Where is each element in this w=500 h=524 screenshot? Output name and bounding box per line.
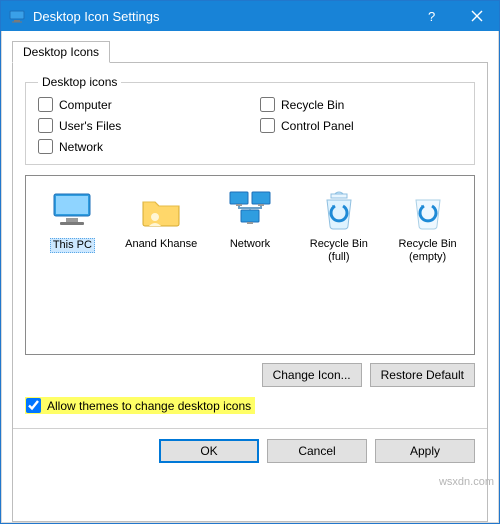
icon-item-recycle-full[interactable]: Recycle Bin (full) (298, 186, 379, 264)
desktop-icons-group: Desktop icons Computer Recycle Bin User'… (25, 75, 475, 165)
chk-recyclebin[interactable]: Recycle Bin (260, 97, 462, 112)
close-button[interactable] (454, 1, 499, 31)
chk-network[interactable]: Network (38, 139, 240, 154)
apply-button[interactable]: Apply (375, 439, 475, 463)
icon-item-thispc[interactable]: This PC (32, 186, 113, 253)
chk-network-box[interactable] (38, 139, 53, 154)
chk-recyclebin-label: Recycle Bin (281, 98, 344, 112)
icon-item-userfolder[interactable]: Anand Khanse (121, 186, 202, 251)
chk-network-label: Network (59, 140, 103, 154)
cancel-button[interactable]: Cancel (267, 439, 367, 463)
chk-computer-box[interactable] (38, 97, 53, 112)
icon-preview-list[interactable]: This PC Anand Khanse (25, 175, 475, 355)
allow-themes-label: Allow themes to change desktop icons (47, 399, 251, 413)
chk-computer[interactable]: Computer (38, 97, 240, 112)
chk-controlpanel[interactable]: Control Panel (260, 118, 462, 133)
chk-usersfiles-box[interactable] (38, 118, 53, 133)
help-button[interactable]: ? (409, 1, 454, 31)
chk-usersfiles-label: User's Files (59, 119, 121, 133)
allow-themes-checkbox[interactable]: Allow themes to change desktop icons (25, 397, 255, 414)
chk-usersfiles[interactable]: User's Files (38, 118, 240, 133)
thispc-icon (48, 186, 96, 234)
icon-label: Anand Khanse (123, 238, 199, 251)
window-title: Desktop Icon Settings (33, 9, 409, 24)
change-icon-button[interactable]: Change Icon... (262, 363, 362, 387)
icon-label: Network (228, 238, 272, 251)
svg-text:?: ? (428, 9, 435, 23)
icon-label: This PC (50, 238, 95, 253)
dialog-buttons: OK Cancel Apply (25, 429, 475, 473)
chk-controlpanel-label: Control Panel (281, 119, 354, 133)
icon-item-network[interactable]: Network (210, 186, 291, 251)
restore-default-button[interactable]: Restore Default (370, 363, 475, 387)
tab-desktop-icons[interactable]: Desktop Icons (12, 41, 110, 63)
userfolder-icon (137, 186, 185, 234)
icon-label: Recycle Bin (empty) (387, 238, 468, 264)
allow-themes-box[interactable] (26, 398, 41, 413)
titlebar[interactable]: Desktop Icon Settings ? (1, 1, 499, 31)
tab-strip: Desktop Icons (12, 39, 488, 63)
network-icon (226, 186, 274, 234)
chk-controlpanel-box[interactable] (260, 118, 275, 133)
dialog-window: Desktop Icon Settings ? Desktop Icons De… (0, 0, 500, 524)
chk-recyclebin-box[interactable] (260, 97, 275, 112)
icon-label: Recycle Bin (full) (298, 238, 379, 264)
chk-computer-label: Computer (59, 98, 112, 112)
app-icon (9, 8, 25, 24)
ok-button[interactable]: OK (159, 439, 259, 463)
group-legend: Desktop icons (38, 75, 121, 89)
recycle-empty-icon (404, 186, 452, 234)
tab-page: Desktop icons Computer Recycle Bin User'… (12, 63, 488, 522)
client-area: Desktop Icons Desktop icons Computer Rec… (1, 31, 499, 523)
recycle-full-icon (315, 186, 363, 234)
icon-item-recycle-empty[interactable]: Recycle Bin (empty) (387, 186, 468, 264)
